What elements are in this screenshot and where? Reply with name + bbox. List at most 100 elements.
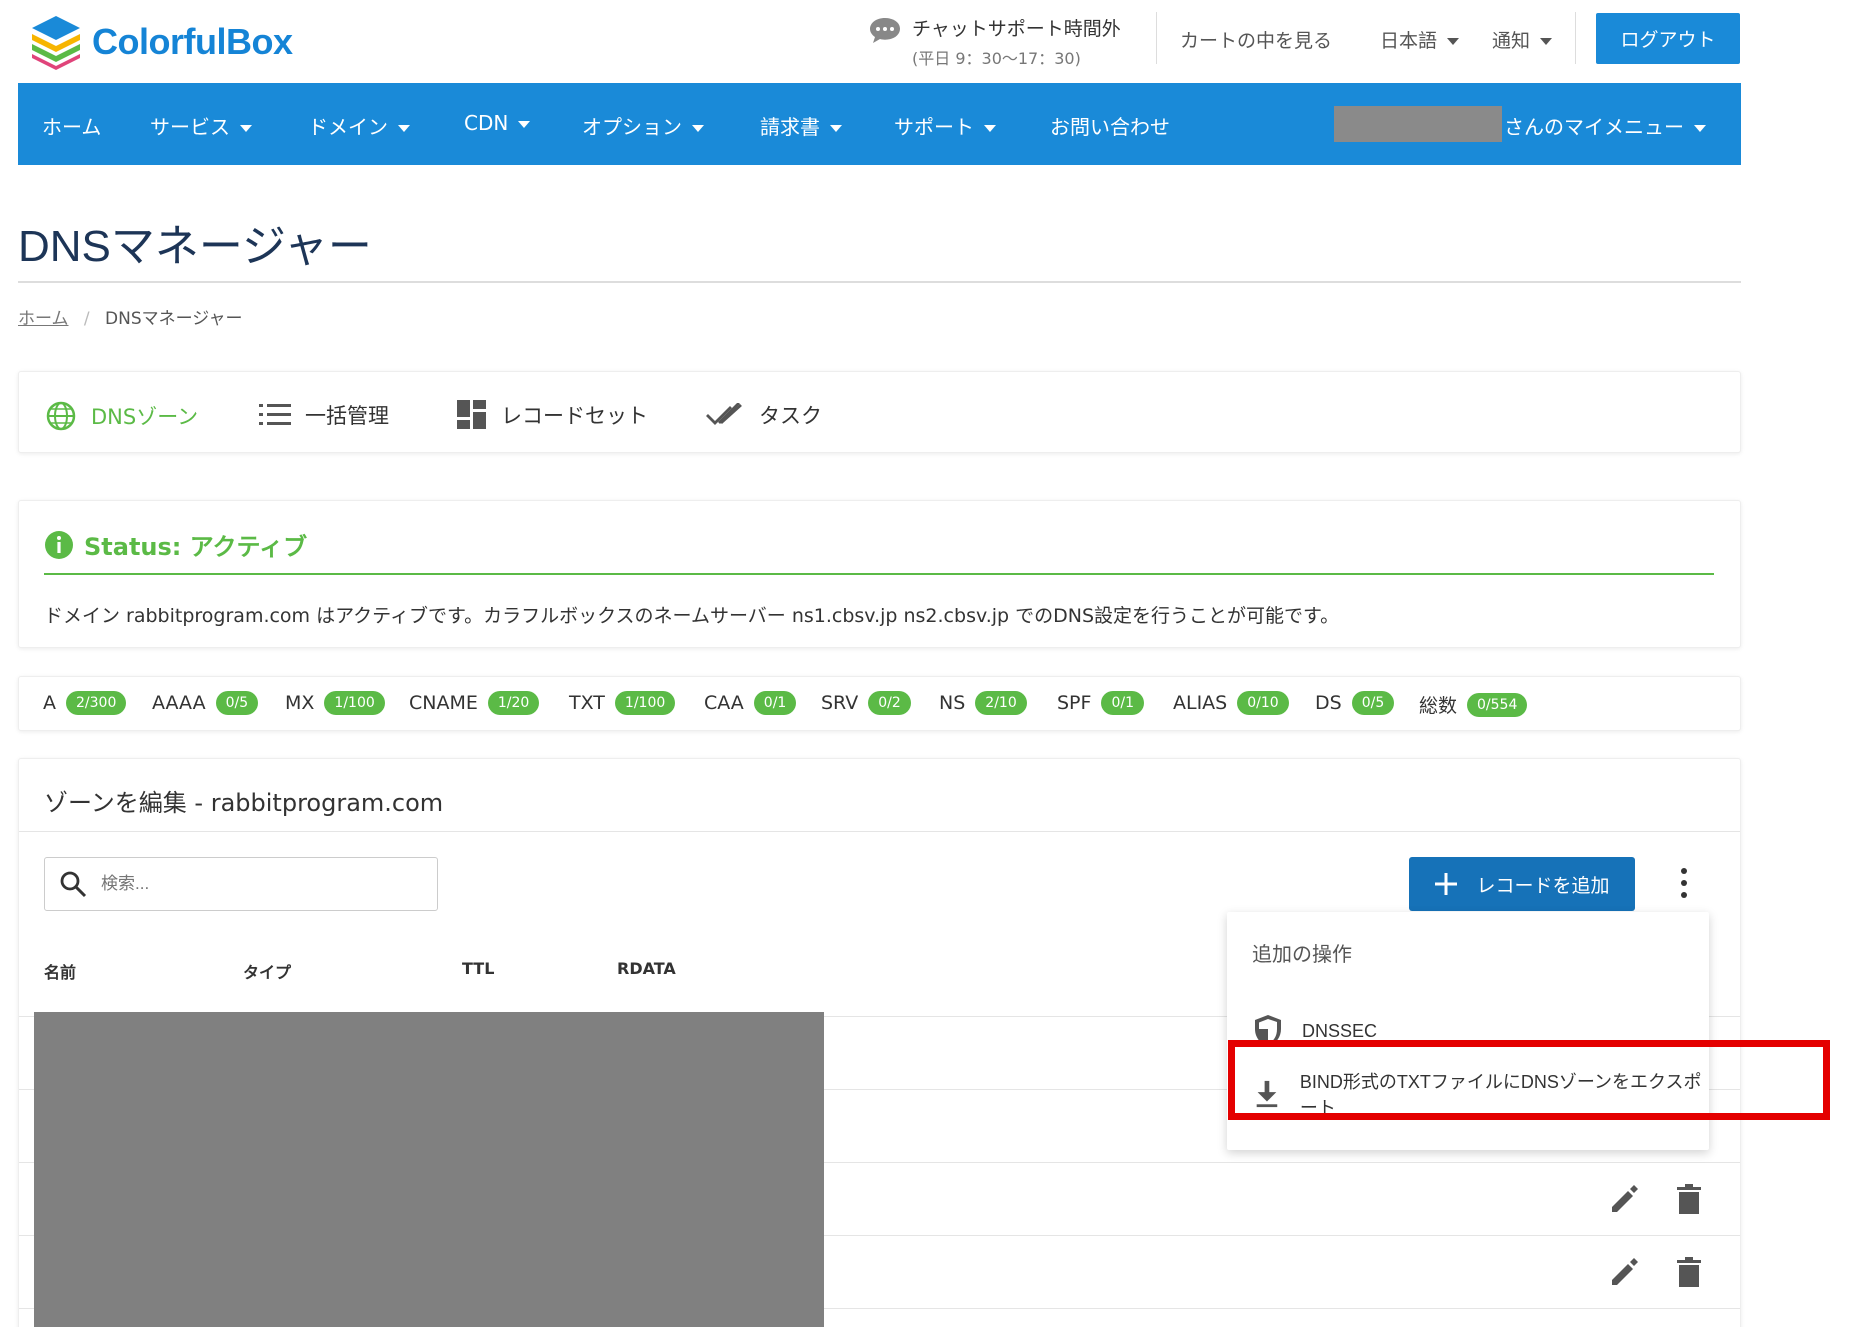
user-menu[interactable]: さんのマイメニュー (1504, 111, 1706, 140)
language-dropdown[interactable]: 日本語 (1380, 26, 1460, 53)
add-record-button[interactable]: レコードを追加 (1409, 857, 1635, 911)
menu-item-label: DNSSEC (1302, 1020, 1378, 1041)
column-header-type[interactable]: タイプ (243, 959, 291, 983)
record-type: CNAME (409, 692, 478, 714)
status-title: Status: アクティブ (44, 527, 307, 562)
chat-hours: (平日 9：30〜17：30) (912, 49, 1081, 68)
zone-divider (19, 831, 1740, 832)
info-icon (45, 530, 73, 559)
tab-label: DNSゾーン (91, 405, 199, 429)
record-count-aaaa: AAAA 0/5 (152, 691, 259, 715)
title-divider (18, 281, 1741, 283)
nav-item-cdn[interactable]: CDN (464, 111, 531, 135)
record-count-caa: CAA 0/1 (704, 691, 797, 715)
nav-item-home[interactable]: ホーム (42, 111, 101, 140)
count-badge: 1/20 (487, 691, 540, 715)
record-count-alias: ALIAS 0/10 (1173, 691, 1289, 715)
record-type: DS (1315, 692, 1342, 714)
status-title-text: Status: アクティブ (84, 533, 308, 561)
record-count-ds: DS 0/5 (1315, 691, 1395, 715)
column-header-name[interactable]: 名前 (44, 959, 76, 983)
record-type: MX (285, 692, 315, 714)
record-count-a: A 2/300 (43, 691, 127, 715)
nav-item-invoices[interactable]: 請求書 (760, 111, 842, 140)
logout-button[interactable]: ログアウト (1596, 13, 1740, 64)
table-row-actions (1609, 1257, 1701, 1287)
globe-icon (46, 401, 76, 431)
brand-logo[interactable]: ColorfulBox (30, 14, 293, 70)
breadcrumb: ホーム / DNSマネージャー (18, 304, 242, 329)
record-type: AAAA (152, 692, 206, 714)
edit-icon[interactable] (1609, 1184, 1639, 1214)
record-count-spf: SPF 0/1 (1057, 691, 1144, 715)
chat-bubble-icon (870, 18, 900, 43)
nav-label: サービス (150, 115, 230, 139)
chevron-down-icon (830, 125, 842, 132)
edit-icon[interactable] (1609, 1257, 1639, 1287)
more-actions-icon[interactable] (1674, 865, 1694, 901)
breadcrumb-home[interactable]: ホーム (18, 309, 69, 329)
count-badge: 1/100 (614, 691, 676, 715)
notifications-label: 通知 (1492, 30, 1531, 52)
main-nav: ホーム サービス ドメイン CDN オプション 請求書 サポート お問い合わせ … (18, 83, 1741, 165)
count-badge: 2/10 (975, 691, 1027, 715)
header-divider (1575, 12, 1576, 64)
chat-support-status[interactable]: チャットサポート時間外 (平日 9：30〜17：30) (868, 14, 1121, 69)
user-menu-label: さんのマイメニュー (1504, 115, 1684, 139)
colorfulbox-logo-icon (32, 16, 80, 70)
dns-tabs: DNSゾーン 一括管理 レコードセット タスク (18, 371, 1741, 453)
dashboard-icon (457, 400, 486, 429)
menu-heading: 追加の操作 (1252, 942, 1352, 966)
search-box[interactable] (44, 857, 438, 911)
language-label: 日本語 (1380, 30, 1438, 52)
count-badge: 0/5 (215, 691, 259, 715)
add-record-label: レコードを追加 (1476, 874, 1610, 897)
cart-link[interactable]: カートの中を見る (1180, 26, 1332, 53)
record-type: SPF (1057, 692, 1092, 714)
redacted-username (1334, 106, 1502, 142)
breadcrumb-separator: / (83, 309, 90, 329)
annotation-highlight-box (1228, 1040, 1830, 1120)
record-type: NS (939, 692, 966, 714)
list-icon (259, 404, 291, 425)
notifications-dropdown[interactable]: 通知 (1492, 26, 1553, 53)
count-badge: 0/10 (1237, 691, 1289, 715)
column-header-ttl[interactable]: TTL (462, 959, 494, 978)
nav-label: オプション (582, 115, 682, 139)
tab-bulk-manage[interactable]: 一括管理 (259, 400, 389, 430)
nav-item-support[interactable]: サポート (894, 111, 996, 140)
tab-label: 一括管理 (305, 404, 389, 428)
nav-label: CDN (464, 111, 509, 135)
column-header-rdata[interactable]: RDATA (617, 959, 676, 978)
tab-dns-zone[interactable]: DNSゾーン (45, 400, 198, 432)
nav-label: 請求書 (760, 115, 820, 139)
count-badge: 0/5 (1351, 691, 1395, 715)
delete-icon[interactable] (1677, 1184, 1701, 1214)
count-badge: 1/100 (324, 691, 385, 715)
tab-tasks[interactable]: タスク (705, 400, 822, 430)
count-badge: 0/1 (753, 691, 797, 715)
nav-item-domain[interactable]: ドメイン (308, 111, 410, 140)
record-type: 総数 (1419, 695, 1458, 717)
nav-item-contact[interactable]: お問い合わせ (1050, 111, 1170, 140)
record-type: A (43, 692, 56, 714)
count-badge: 2/300 (66, 691, 127, 715)
record-type: SRV (821, 692, 859, 714)
record-type: TXT (569, 692, 605, 714)
record-count-txt: TXT 1/100 (569, 691, 676, 715)
record-counts: A 2/300 AAAA 0/5 MX 1/100 CNAME 1/20 TXT 1/10… (18, 676, 1741, 731)
nav-item-options[interactable]: オプション (582, 111, 704, 140)
table-row-actions (1609, 1184, 1701, 1214)
tab-record-set[interactable]: レコードセット (457, 400, 648, 430)
count-badge: 0/554 (1467, 692, 1528, 717)
zone-heading: ゾーンを編集 - rabbitprogram.com (44, 789, 444, 817)
nav-item-services[interactable]: サービス (150, 111, 252, 140)
menu-pointer (1676, 902, 1696, 912)
chevron-down-icon (1540, 38, 1553, 45)
search-input[interactable] (101, 874, 401, 894)
record-count-cname: CNAME 1/20 (409, 691, 540, 715)
status-message: ドメイン rabbitprogram.com はアクティブです。カラフルボックス… (44, 605, 1340, 627)
delete-icon[interactable] (1677, 1257, 1701, 1287)
chevron-down-icon (398, 125, 410, 132)
status-divider (44, 573, 1714, 575)
